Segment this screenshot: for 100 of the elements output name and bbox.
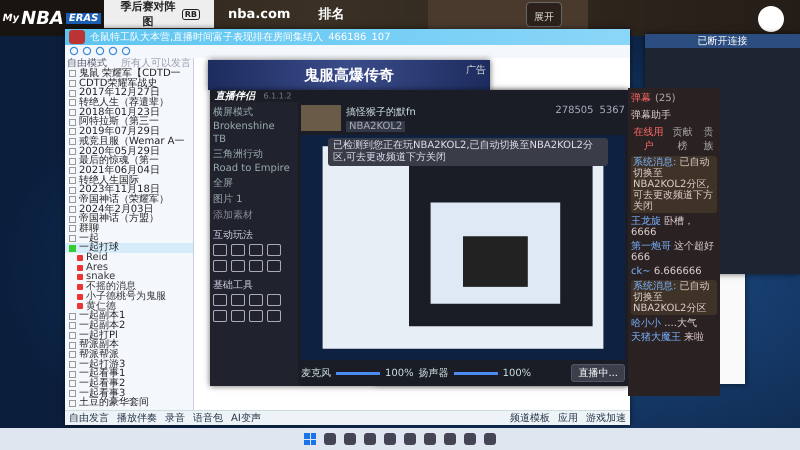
member-row[interactable]: 不摇的消息 [65, 282, 193, 292]
toolbar-item[interactable]: 播放伴奏 [117, 411, 157, 425]
member-row[interactable]: 黄仁德 [65, 302, 193, 312]
nav-tab[interactable]: 排名 [304, 0, 358, 28]
channel-row[interactable]: 土豆的豪华套间 [65, 398, 193, 408]
app-icon[interactable] [364, 433, 376, 445]
volume-slider[interactable] [336, 372, 380, 374]
app-icon[interactable] [464, 433, 476, 445]
channel-row[interactable]: 一起打Pl [65, 330, 193, 340]
window-title: 已断开连接 [645, 34, 800, 48]
member-row[interactable]: 小子德桃号为鬼服 [65, 292, 193, 302]
tool-icon[interactable] [249, 294, 263, 306]
member-row[interactable]: Reid [65, 253, 193, 263]
tool-icon[interactable] [267, 310, 281, 322]
channel-row[interactable]: 鬼鼠 荣耀军【CDTD一 [65, 69, 193, 79]
tool-icon[interactable] [267, 294, 281, 306]
chat-tab[interactable]: 贵族 [700, 125, 717, 153]
channel-row[interactable]: 一起打游3 [65, 360, 193, 370]
mode-select[interactable]: 横屏模式 [213, 105, 295, 119]
source-item[interactable]: 全屏 [213, 176, 295, 190]
channel-row[interactable]: 2019年07月29日 [65, 127, 193, 137]
tool-icon[interactable] [249, 310, 263, 322]
category-tag: NBA2KOL2 [346, 121, 406, 132]
tool-icon[interactable] [231, 260, 245, 272]
app-icon[interactable] [324, 433, 336, 445]
chat-tab[interactable]: 贡献榜 [670, 125, 696, 153]
app-icon[interactable] [384, 433, 396, 445]
app-icon[interactable] [484, 433, 496, 445]
toolbar-item[interactable]: 应用 [558, 411, 578, 425]
toolbar-item[interactable]: 游戏加速 [586, 411, 626, 425]
source-item[interactable]: TB [213, 134, 295, 145]
app-icon[interactable] [344, 433, 356, 445]
add-source-button[interactable]: 添加素材 [213, 208, 295, 222]
channel-row[interactable]: 一起看事2 [65, 379, 193, 389]
tool-icon[interactable] [213, 244, 227, 256]
channel-row[interactable]: CDTD荣耀军战史 [65, 78, 193, 88]
channel-row[interactable]: 一起副本1 [65, 311, 193, 321]
ad-banner[interactable]: 鬼服高爆传奇 广告 [208, 60, 490, 90]
source-item[interactable]: Road to Empire [213, 163, 295, 174]
nav-tab[interactable]: nba.com [214, 0, 304, 28]
channel-row[interactable]: 一起看事1 [65, 369, 193, 379]
source-item[interactable]: 三角洲行动 [213, 147, 295, 161]
cover-thumbnail [301, 105, 341, 131]
channel-row[interactable]: 转绝人生（荐遣辈） [65, 98, 193, 108]
tool-icon[interactable] [231, 244, 245, 256]
channel-row[interactable]: 帮派帮派 [65, 350, 193, 360]
tool-icon[interactable] [249, 260, 263, 272]
app-icon[interactable] [444, 433, 456, 445]
mode-select[interactable]: 自由模式 [67, 58, 107, 69]
toolbar-item[interactable]: 自由发言 [69, 411, 109, 425]
chat-message: 系统消息: 已自动切换至NBA2KOL2分区,可去更改频道下方关闭 [631, 156, 717, 213]
tool-icon[interactable] [213, 310, 227, 322]
source-item[interactable]: Brokenshine [213, 121, 295, 132]
channel-row[interactable]: 戒竞且服（Wemar A一 [65, 136, 193, 146]
channel-row[interactable]: 2021年06月04日 [65, 166, 193, 176]
channel-row[interactable]: 最后的惊魂（第一 [65, 156, 193, 166]
chat-tab[interactable]: (25) [655, 91, 676, 105]
app-icon[interactable] [404, 433, 416, 445]
expand-button[interactable]: 展开 [526, 2, 562, 27]
tool-icon[interactable] [231, 294, 245, 306]
stat-count: 466186 [328, 32, 366, 42]
live-button[interactable]: 直播中... [571, 364, 625, 382]
app-icon[interactable] [424, 433, 436, 445]
panel-title: 弹幕助手 [631, 108, 672, 122]
channel-row[interactable]: 帝国神话（方盟） [65, 214, 193, 224]
chat-tab[interactable]: 在线用户 [631, 125, 666, 153]
tool-icon[interactable] [213, 260, 227, 272]
toolbar-item[interactable]: 录音 [165, 411, 185, 425]
channel-row[interactable]: 2023年11月18日 [65, 185, 193, 195]
channel-row[interactable]: 一起打球 [65, 243, 193, 254]
channel-row[interactable]: 帮派副本 [65, 340, 193, 350]
avatar [69, 30, 85, 44]
app-name: 直播伴侣 [215, 90, 255, 103]
tool-icon[interactable] [249, 244, 263, 256]
tool-icon[interactable] [213, 294, 227, 306]
channel-row[interactable]: 转绝人生国际 [65, 176, 193, 186]
channel-row[interactable]: 群聊 [65, 224, 193, 234]
channel-row[interactable]: 帝国神话（荣耀军） [65, 194, 193, 205]
volume-reading: 100% [385, 368, 414, 378]
channel-row[interactable]: 一起看事3 [65, 388, 193, 398]
tool-icon[interactable] [231, 310, 245, 322]
start-icon[interactable] [304, 433, 316, 445]
toolbar-item[interactable]: 频道模板 [510, 411, 550, 425]
chat-message: ck~ 6.666666 [631, 266, 703, 277]
volume-slider[interactable] [454, 372, 498, 374]
app-version: 6.1.1.2 [264, 92, 292, 100]
toolbar-item[interactable]: 语音包 [193, 411, 223, 425]
chat-tab[interactable]: 弹幕 [631, 91, 651, 105]
tool-icon[interactable] [267, 244, 281, 256]
toolbar-item[interactable]: AI变声 [231, 411, 261, 425]
tool-icon[interactable] [267, 260, 281, 272]
channel-row[interactable]: 一起副本2 [65, 320, 193, 331]
member-row[interactable]: Ares [65, 262, 193, 272]
channel-row[interactable]: 阿特拉斯（第三一 [65, 117, 193, 128]
channel-row[interactable]: 2020年05月29日 [65, 146, 193, 156]
section-title: 基础工具 [213, 278, 254, 292]
source-item[interactable]: 图片 1 [213, 192, 295, 206]
team-logo [758, 6, 784, 32]
ad-title: 鬼服高爆传奇 [304, 66, 394, 84]
chat-message: 天猪大魔王 来啦 [631, 332, 706, 343]
